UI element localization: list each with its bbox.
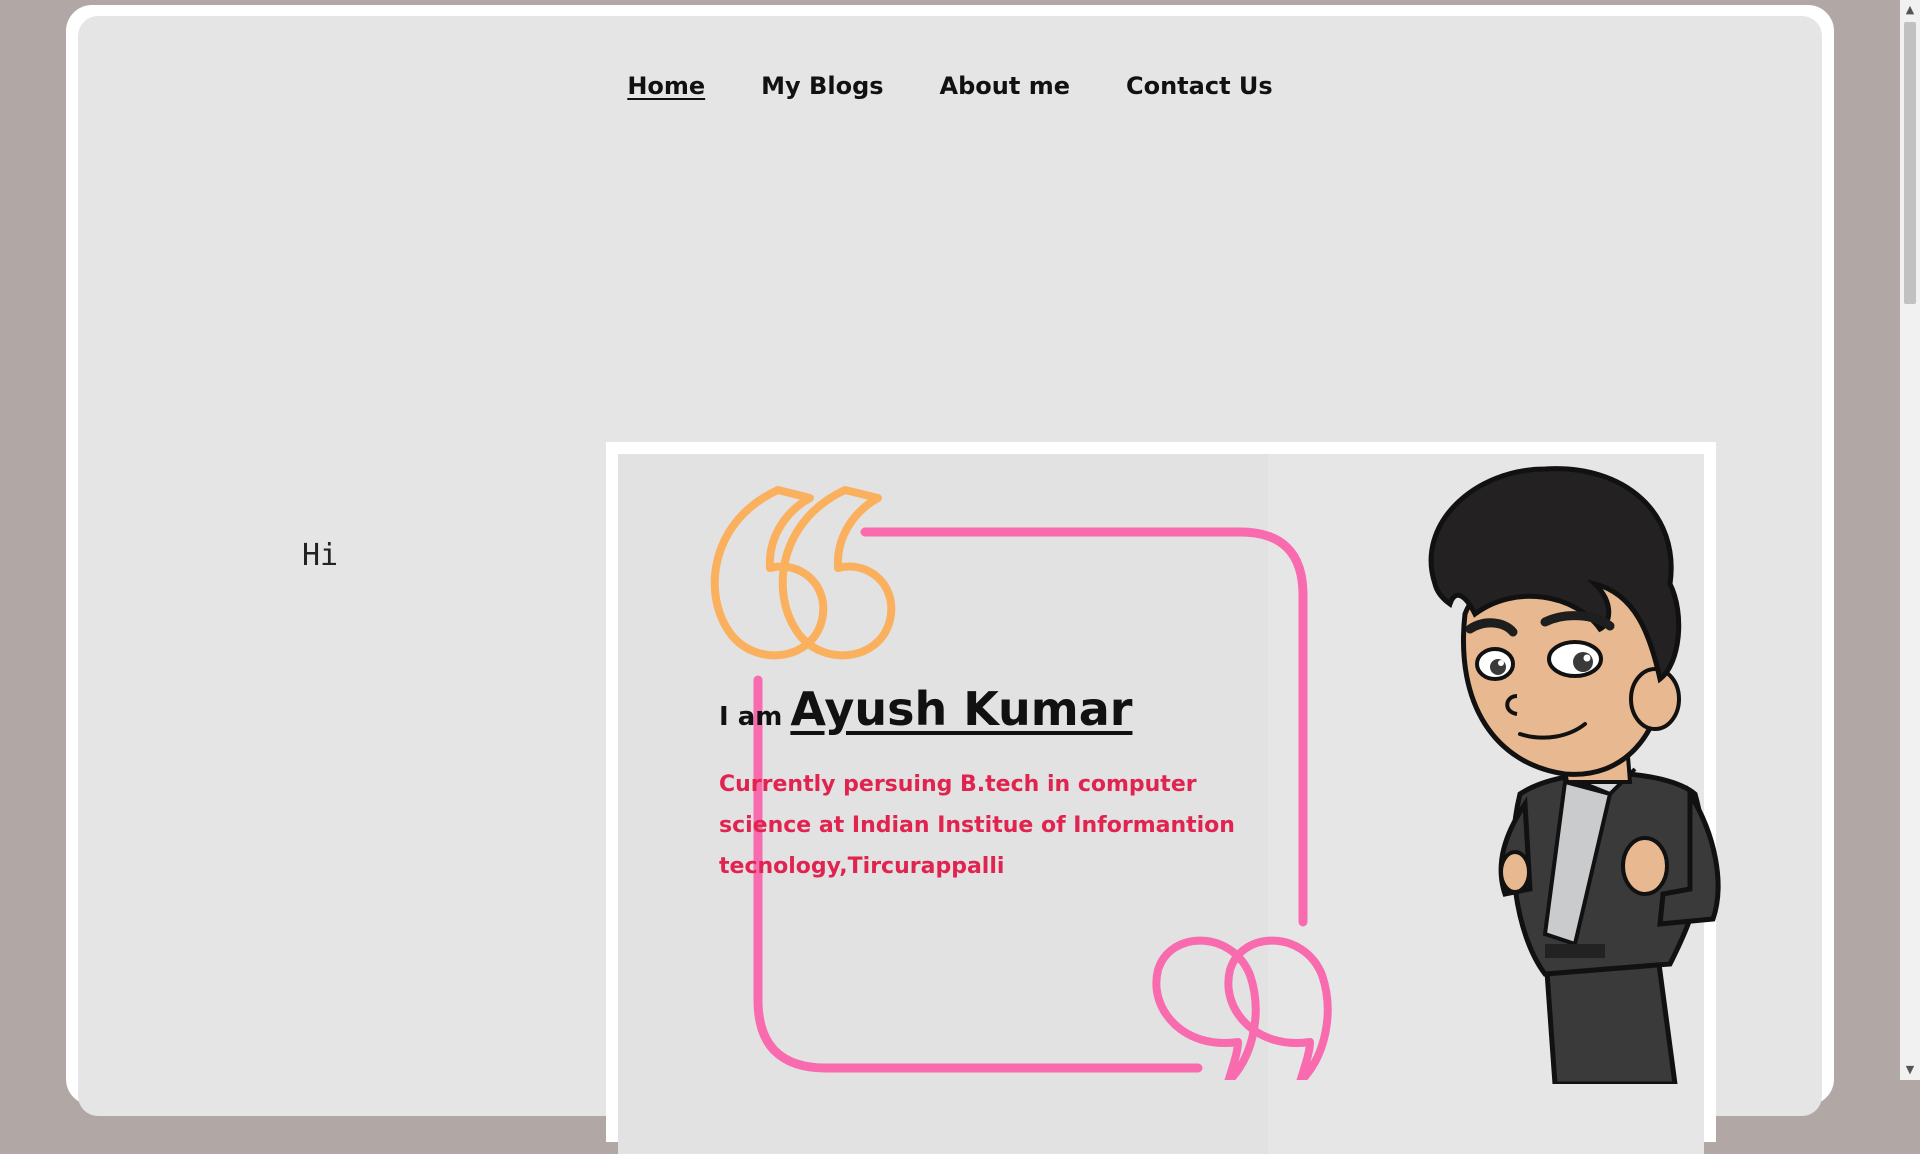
scroll-up-icon[interactable]: ▲: [1900, 0, 1920, 20]
person-name[interactable]: Ayush Kumar: [790, 682, 1132, 736]
scroll-down-icon[interactable]: ▼: [1900, 1060, 1920, 1080]
intro-prefix: I am: [719, 702, 783, 732]
intro-line: I am Ayush Kumar: [719, 682, 1132, 736]
description-text: Currently persuing B.tech in computer sc…: [719, 772, 1235, 879]
greeting: Hi: [302, 538, 339, 573]
close-quote-icon: [1152, 936, 1332, 1080]
cartoon-avatar: [1428, 466, 1721, 1084]
vertical-scrollbar[interactable]: ▲ ▼: [1900, 0, 1920, 1080]
open-quote-icon: [710, 486, 896, 660]
scrollbar-thumb[interactable]: [1904, 22, 1916, 304]
